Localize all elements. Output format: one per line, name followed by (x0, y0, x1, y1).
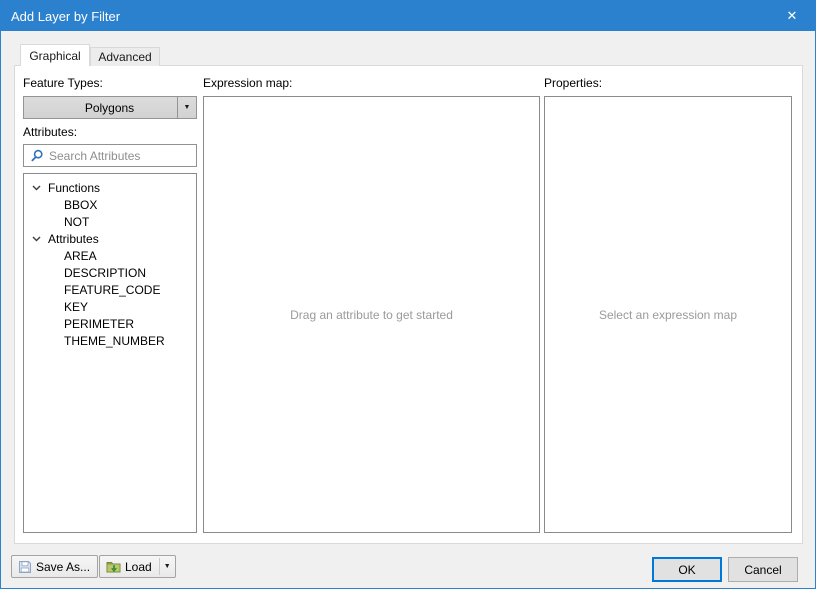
tree-item-key[interactable]: KEY (24, 298, 196, 315)
tree-item-label: DESCRIPTION (64, 266, 146, 280)
chevron-down-icon: ▼ (164, 563, 171, 570)
tree-item-attributes[interactable]: Attributes (24, 230, 196, 247)
load-button[interactable]: Load ▼ (99, 555, 176, 578)
tree-item-theme-number[interactable]: THEME_NUMBER (24, 332, 196, 349)
tree-item-label: BBOX (64, 198, 97, 212)
folder-load-icon (106, 560, 121, 573)
tree-item-label: NOT (64, 215, 89, 229)
load-label: Load (125, 560, 159, 574)
tree-item-area[interactable]: AREA (24, 247, 196, 264)
close-button[interactable]: ✕ (769, 1, 815, 31)
properties-label: Properties: (544, 76, 602, 90)
tree-item-label: THEME_NUMBER (64, 334, 165, 348)
tree-item-functions[interactable]: Functions (24, 179, 196, 196)
properties-placeholder: Select an expression map (599, 308, 737, 322)
cancel-label: Cancel (744, 563, 781, 577)
search-icon (31, 149, 44, 162)
ok-label: OK (678, 563, 695, 577)
tab-advanced[interactable]: Advanced (90, 47, 160, 66)
tree-item-label: KEY (64, 300, 88, 314)
tree-item-description[interactable]: DESCRIPTION (24, 264, 196, 281)
title-bar[interactable]: Add Layer by Filter (1, 1, 815, 31)
tree-item-not[interactable]: NOT (24, 213, 196, 230)
search-attributes-box[interactable] (23, 144, 197, 167)
dropdown-arrow-zone[interactable]: ▼ (177, 97, 196, 118)
tree-item-feature-code[interactable]: FEATURE_CODE (24, 281, 196, 298)
tree-item-label: Attributes (48, 232, 99, 246)
properties-area[interactable]: Select an expression map (544, 96, 792, 533)
tree-item-bbox[interactable]: BBOX (24, 196, 196, 213)
chevron-down-icon: ▼ (184, 104, 191, 111)
attributes-label: Attributes: (23, 125, 77, 139)
dialog-title: Add Layer by Filter (1, 9, 120, 24)
tree-item-label: AREA (64, 249, 97, 263)
load-menu-button[interactable]: ▼ (160, 563, 175, 570)
feature-types-dropdown[interactable]: Polygons ▼ (23, 96, 197, 119)
save-as-label: Save As... (36, 560, 97, 574)
expression-map-label: Expression map: (203, 76, 292, 90)
ok-button[interactable]: OK (652, 557, 722, 582)
floppy-disk-icon (18, 560, 32, 574)
search-attributes-input[interactable] (49, 149, 196, 163)
add-layer-by-filter-dialog: Add Layer by Filter ✕ Graphical Advanced… (0, 0, 816, 589)
tree-item-label: PERIMETER (64, 317, 134, 331)
expression-map-placeholder: Drag an attribute to get started (290, 308, 453, 322)
tree-item-perimeter[interactable]: PERIMETER (24, 315, 196, 332)
expression-map-area[interactable]: Drag an attribute to get started (203, 96, 540, 533)
feature-types-selected-value: Polygons (24, 101, 177, 115)
tab-graphical-label: Graphical (29, 49, 80, 63)
attributes-tree[interactable]: Functions BBOX NOT Attributes AREA DESCR… (23, 173, 197, 533)
cancel-button[interactable]: Cancel (728, 557, 798, 582)
tree-item-label: FEATURE_CODE (64, 283, 160, 297)
chevron-down-icon[interactable] (32, 236, 42, 242)
tree-item-label: Functions (48, 181, 100, 195)
chevron-down-icon[interactable] (32, 185, 42, 191)
tab-advanced-label: Advanced (98, 50, 151, 64)
tab-graphical[interactable]: Graphical (20, 44, 90, 66)
close-icon: ✕ (787, 8, 798, 24)
save-as-button[interactable]: Save As... (11, 555, 98, 578)
feature-types-label: Feature Types: (23, 76, 103, 90)
